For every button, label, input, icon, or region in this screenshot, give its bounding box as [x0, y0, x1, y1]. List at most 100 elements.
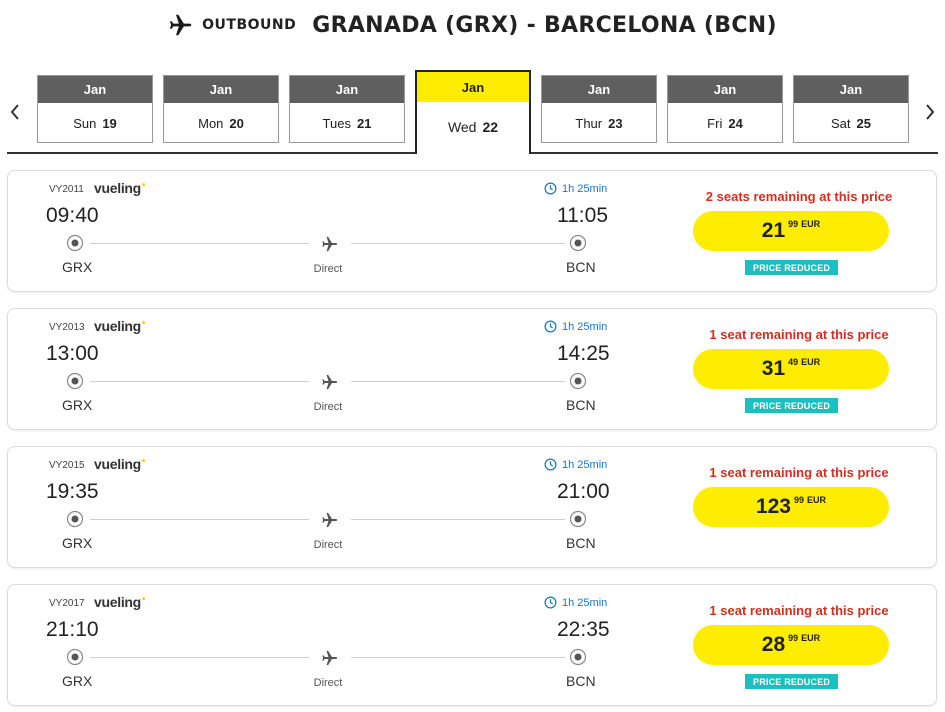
price-integer: 21 — [761, 219, 786, 242]
previous-dates-button[interactable] — [5, 100, 25, 124]
price-button[interactable]: 123 99 EUR — [693, 487, 889, 527]
clock-icon — [544, 320, 557, 333]
origin-code: GRX — [62, 535, 93, 551]
weekday-label: Mon — [198, 115, 224, 131]
destination-dot-icon — [569, 510, 587, 528]
date-tab-thur-23[interactable]: Jan Thur 23 — [541, 75, 657, 143]
duration-text: 1h 25min — [562, 320, 608, 333]
flight-number: VY2011 — [49, 184, 84, 195]
route-title: GRANADA (GRX) - BARCELONA (BCN) — [312, 12, 777, 38]
date-tab-day: Tues 21 — [290, 103, 404, 143]
airline-logo: vueling• — [94, 594, 145, 610]
price-decimal: 99 — [788, 219, 799, 229]
departure-time: 19:35 — [46, 480, 99, 503]
date-tab-day: Sat 25 — [794, 103, 908, 143]
airplane-icon — [322, 512, 338, 528]
destination-dot-icon — [569, 372, 587, 390]
airline-logo: vueling• — [94, 180, 145, 196]
price-currency: EUR — [801, 219, 821, 229]
route-line — [351, 243, 565, 244]
flight-duration: 1h 25min — [544, 596, 607, 609]
price-button[interactable]: 31 49 EUR — [693, 349, 889, 389]
arrival-time: 11:05 — [557, 204, 608, 227]
logo-dot: • — [141, 594, 146, 605]
flight-card[interactable]: VY2015 vueling• 1h 25min 19:35 21:00 Dir… — [7, 446, 937, 568]
airline-logo: vueling• — [94, 318, 145, 334]
origin-code: GRX — [62, 259, 93, 275]
origin-dot-icon — [66, 648, 84, 666]
airplane-icon — [170, 14, 192, 36]
departure-time: 21:10 — [46, 618, 99, 641]
destination-dot-icon — [569, 234, 587, 252]
price-integer: 28 — [761, 633, 786, 656]
airline-name: vueling — [94, 180, 141, 196]
price-reduced-badge: PRICE REDUCED — [745, 260, 839, 275]
destination-code: BCN — [566, 535, 596, 551]
day-number: 23 — [608, 115, 623, 131]
day-number: 19 — [102, 115, 117, 131]
destination-dot-icon — [569, 648, 587, 666]
flight-duration: 1h 25min — [544, 458, 607, 471]
logo-dot: • — [141, 456, 146, 467]
stops-label: Direct — [313, 677, 343, 689]
duration-text: 1h 25min — [562, 458, 608, 471]
price-button[interactable]: 21 99 EUR — [693, 211, 889, 251]
airplane-icon — [322, 236, 338, 252]
date-tab-mon-20[interactable]: Jan Mon 20 — [163, 75, 279, 143]
airplane-icon — [322, 650, 338, 666]
day-number: 22 — [482, 119, 499, 135]
date-tab-fri-24[interactable]: Jan Fri 24 — [667, 75, 783, 143]
stops-label: Direct — [313, 263, 343, 275]
weekday-label: Sun — [73, 115, 97, 131]
chevron-right-icon — [926, 104, 935, 120]
origin-code: GRX — [62, 673, 93, 689]
flight-card[interactable]: VY2011 vueling• 1h 25min 09:40 11:05 Dir… — [7, 170, 937, 292]
date-tab-month: Jan — [542, 76, 656, 103]
airplane-icon — [322, 374, 338, 390]
arrival-time: 22:35 — [557, 618, 610, 641]
price-button[interactable]: 28 99 EUR — [693, 625, 889, 665]
price-decimal: 99 — [788, 633, 799, 643]
route-line — [351, 381, 565, 382]
day-number: 21 — [356, 115, 372, 131]
weekday-label: Tues — [322, 115, 351, 131]
availability-text: 2 seats remaining at this price — [705, 189, 893, 204]
airline-logo: vueling• — [94, 456, 145, 472]
clock-icon — [544, 182, 557, 195]
arrival-time: 21:00 — [557, 480, 610, 503]
flight-number: VY2015 — [49, 460, 85, 471]
flight-card[interactable]: VY2017 vueling• 1h 25min 21:10 22:35 Dir… — [7, 584, 937, 706]
flight-card[interactable]: VY2013 vueling• 1h 25min 13:00 14:25 Dir… — [7, 308, 937, 430]
stops-label: Direct — [313, 401, 343, 413]
price-decimal: 99 — [794, 495, 805, 505]
next-dates-button[interactable] — [920, 100, 940, 124]
date-tab-sat-25[interactable]: Jan Sat 25 — [793, 75, 909, 143]
price-currency: EUR — [801, 357, 821, 367]
day-number: 25 — [856, 115, 871, 131]
price-reduced-badge: PRICE REDUCED — [745, 674, 839, 689]
date-tab-month: Jan — [417, 72, 529, 102]
date-tab-sun-19[interactable]: Jan Sun 19 — [37, 75, 153, 143]
date-tab-day: Sun 19 — [38, 103, 152, 143]
weekday-label: Wed — [447, 119, 477, 135]
airline-name: vueling — [94, 456, 141, 472]
origin-dot-icon — [66, 234, 84, 252]
price-reduced-badge: PRICE REDUCED — [745, 398, 839, 413]
price-currency: EUR — [801, 633, 821, 643]
date-tab-month: Jan — [794, 76, 908, 103]
route-line — [351, 519, 565, 520]
clock-icon — [544, 458, 557, 471]
route-line — [90, 243, 309, 244]
outbound-header: OUTBOUND GRANADA (GRX) - BARCELONA (BCN) — [0, 8, 945, 42]
availability-text: 1 seat remaining at this price — [709, 465, 889, 480]
duration-text: 1h 25min — [562, 596, 608, 609]
date-tab-month: Jan — [290, 76, 404, 103]
date-tab-day: Thur 23 — [542, 103, 656, 143]
airline-name: vueling — [94, 594, 141, 610]
date-tab-wed-22-selected[interactable]: Jan Wed 22 — [415, 70, 531, 154]
duration-text: 1h 25min — [562, 182, 608, 195]
date-tab-month: Jan — [668, 76, 782, 103]
origin-dot-icon — [66, 510, 84, 528]
date-tab-tues-21[interactable]: Jan Tues 21 — [289, 75, 405, 143]
date-tab-day: Fri 24 — [668, 103, 782, 143]
